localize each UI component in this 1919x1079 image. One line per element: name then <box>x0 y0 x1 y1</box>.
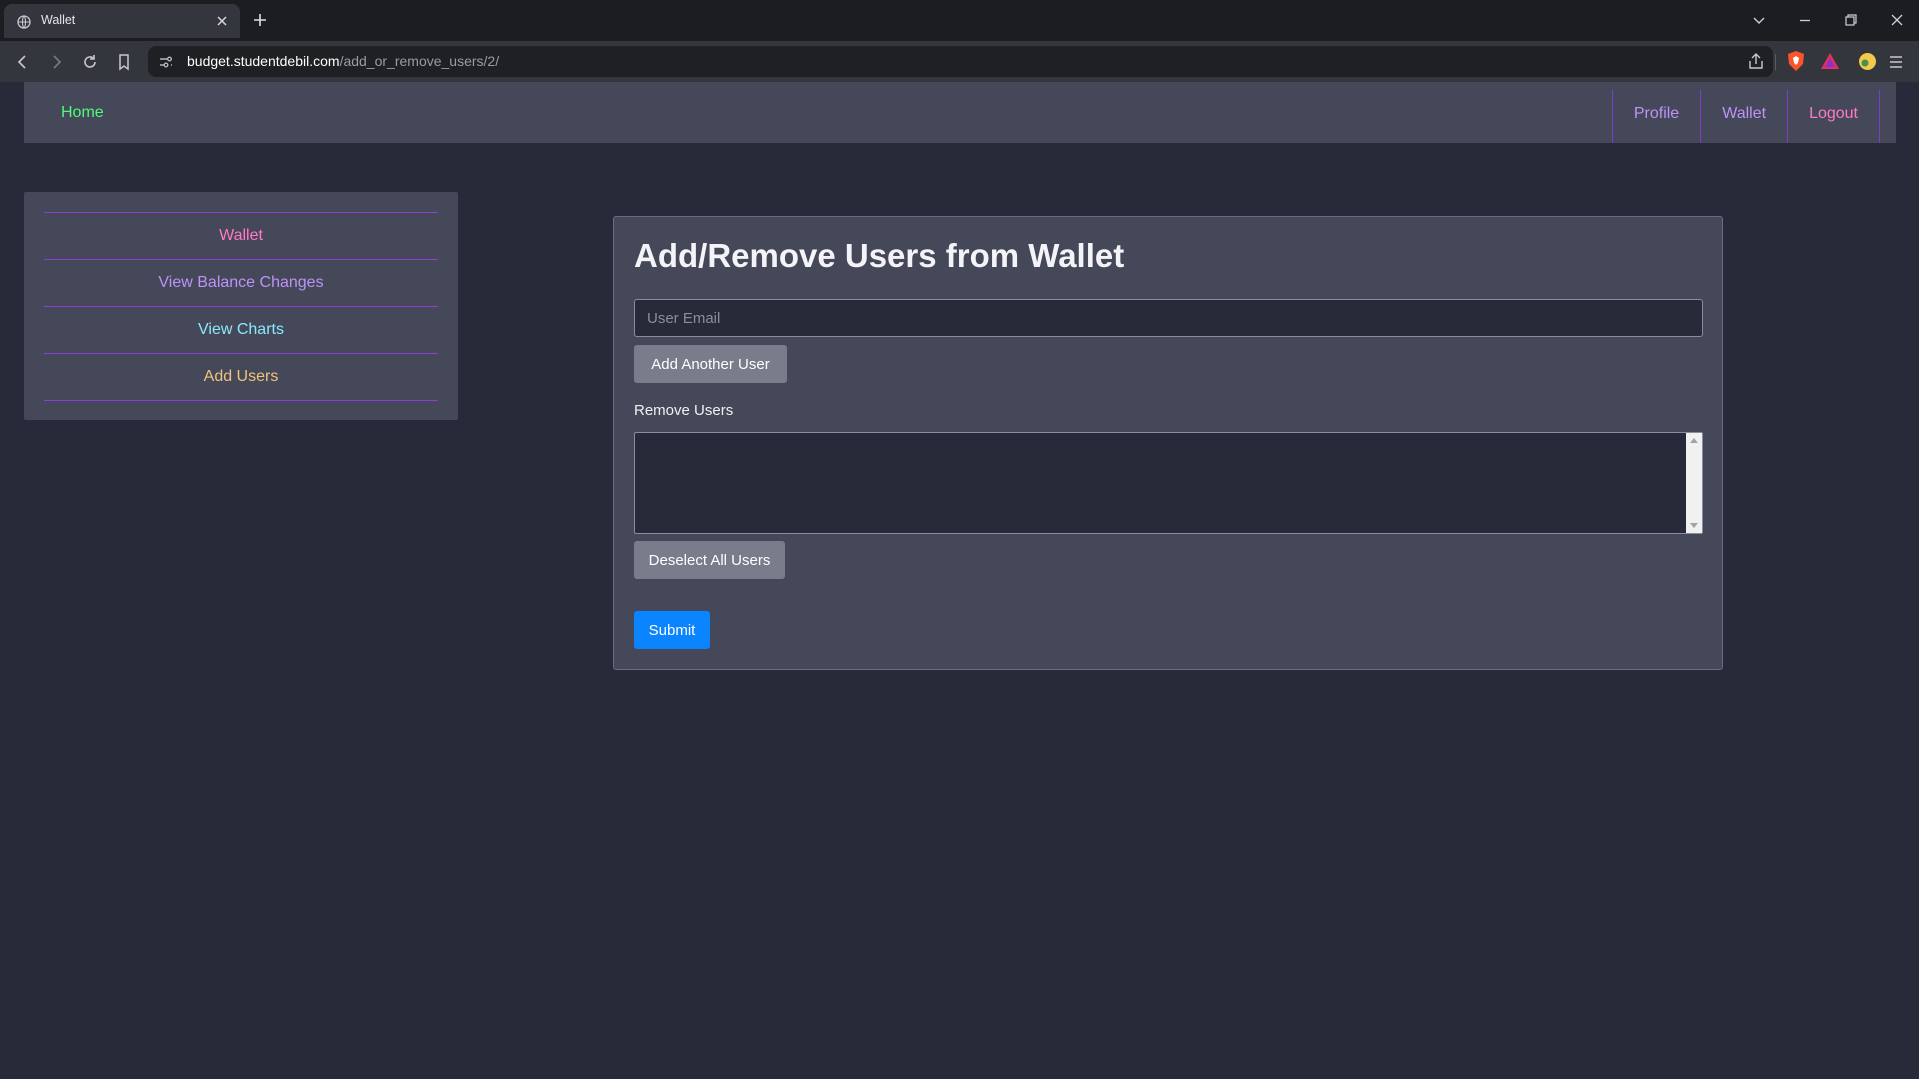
top-navbar: Home Profile Wallet Logout <box>24 82 1896 143</box>
extension-icon[interactable] <box>1858 52 1877 71</box>
close-window-icon[interactable] <box>1889 12 1905 28</box>
submit-button[interactable]: Submit <box>634 611 710 649</box>
sidebar-item-wallet[interactable]: Wallet <box>44 213 438 260</box>
add-remove-users-card: Add/Remove Users from Wallet Add Another… <box>613 216 1723 670</box>
sidebar-item-view-charts[interactable]: View Charts <box>44 307 438 354</box>
browser-tab-bar: Wallet <box>0 0 1919 41</box>
nav-logout-link[interactable]: Logout <box>1787 90 1880 143</box>
browser-address-bar: budget.studentdebil.com/add_or_remove_us… <box>0 41 1919 82</box>
new-tab-plus-icon[interactable] <box>252 12 268 28</box>
sidebar: Wallet View Balance Changes View Charts … <box>24 192 458 420</box>
reload-icon[interactable] <box>81 53 99 71</box>
url-omnibox[interactable]: budget.studentdebil.com/add_or_remove_us… <box>148 46 1773 77</box>
nav-home-link[interactable]: Home <box>61 104 104 122</box>
scroll-up-arrow-icon[interactable] <box>1690 438 1698 443</box>
sidebar-item-add-users[interactable]: Add Users <box>44 354 438 401</box>
url-path: /add_or_remove_users/2/ <box>339 53 500 69</box>
brave-rewards-icon[interactable] <box>1820 52 1840 70</box>
close-tab-icon[interactable] <box>214 13 230 29</box>
url-text: budget.studentdebil.com/add_or_remove_us… <box>187 53 499 69</box>
url-host: budget.studentdebil.com <box>187 53 340 69</box>
deselect-all-users-button[interactable]: Deselect All Users <box>634 541 785 579</box>
page-title: Add/Remove Users from Wallet <box>634 237 1125 274</box>
page-content: Home Profile Wallet Logout Wallet View B… <box>0 82 1919 1079</box>
restore-icon[interactable] <box>1843 12 1859 28</box>
remove-users-select[interactable] <box>634 432 1703 534</box>
share-icon[interactable] <box>1747 52 1765 70</box>
remove-users-label: Remove Users <box>634 402 734 419</box>
scroll-down-arrow-icon[interactable] <box>1690 523 1698 528</box>
user-email-input[interactable] <box>634 299 1703 337</box>
bookmark-icon[interactable] <box>115 53 133 71</box>
nav-profile-link[interactable]: Profile <box>1611 90 1700 143</box>
select-scrollbar[interactable] <box>1686 433 1702 533</box>
globe-icon <box>17 15 31 29</box>
minimize-icon[interactable] <box>1797 12 1813 28</box>
nav-wallet-link[interactable]: Wallet <box>1700 90 1787 143</box>
browser-tab[interactable]: Wallet <box>4 4 240 38</box>
hamburger-menu-icon[interactable] <box>1888 54 1904 70</box>
nav-right-group: Profile Wallet Logout <box>1611 90 1880 143</box>
sidebar-list: Wallet View Balance Changes View Charts … <box>44 212 438 401</box>
forward-arrow-icon[interactable] <box>47 53 65 71</box>
add-another-user-button[interactable]: Add Another User <box>634 345 787 383</box>
tab-search-chevron-icon[interactable] <box>1751 12 1767 28</box>
address-divider <box>1775 54 1776 70</box>
site-settings-icon[interactable] <box>158 54 174 70</box>
back-arrow-icon[interactable] <box>14 53 32 71</box>
tab-title: Wallet <box>41 13 76 27</box>
brave-shield-icon[interactable] <box>1786 50 1806 72</box>
sidebar-item-view-balance-changes[interactable]: View Balance Changes <box>44 260 438 307</box>
